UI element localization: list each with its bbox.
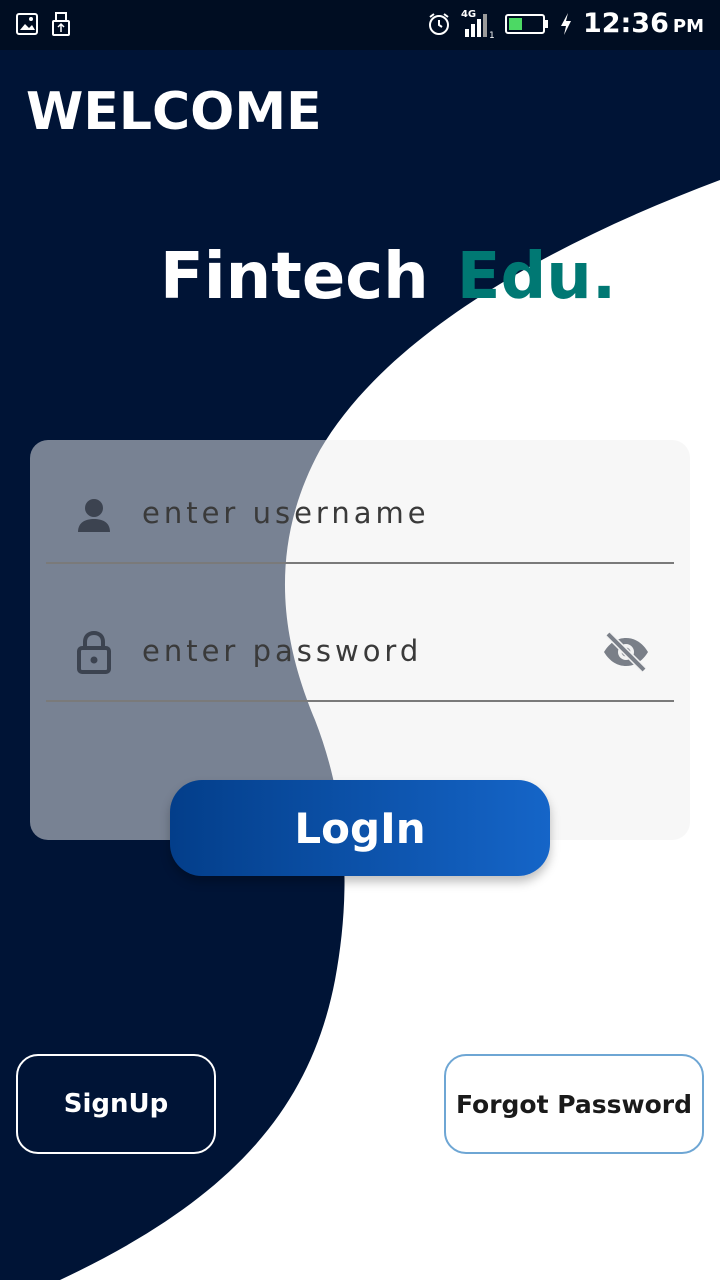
password-input[interactable] [142, 628, 562, 674]
usb-icon [52, 12, 70, 36]
brand-logo: Fintech Edu. [160, 240, 616, 314]
charging-icon [560, 12, 571, 35]
status-clock: 12:36 PM [583, 8, 704, 39]
eye-off-icon[interactable] [602, 630, 650, 674]
status-right: 4G 1 12:36 PM [427, 8, 704, 39]
svg-text:1: 1 [489, 31, 495, 39]
person-icon [78, 499, 110, 532]
brand-name-primary: Fintech [160, 240, 429, 314]
login-screen: 4G 1 12:36 PM WELCOME Fintech Edu. enter… [0, 0, 720, 1280]
status-left [16, 12, 70, 36]
login-button[interactable]: LogIn [170, 780, 550, 876]
status-ampm: PM [672, 16, 704, 37]
lock-icon [77, 630, 111, 674]
status-time: 12:36 [582, 8, 669, 39]
signal-indicator: 4G 1 [461, 9, 495, 39]
forgot-password-button[interactable]: Forgot Password [444, 1054, 704, 1154]
signup-button[interactable]: SignUp [16, 1054, 216, 1154]
brand-name-accent: Edu. [456, 240, 617, 314]
alarm-icon [428, 12, 449, 35]
image-icon [16, 13, 38, 35]
battery-icon [504, 13, 548, 34]
signal-icon: 1 [464, 13, 495, 39]
status-bar: 4G 1 12:36 PM [0, 0, 720, 50]
username-input[interactable] [142, 490, 562, 536]
password-field [46, 620, 674, 702]
welcome-title: WELCOME [26, 82, 322, 142]
username-field [46, 482, 674, 564]
